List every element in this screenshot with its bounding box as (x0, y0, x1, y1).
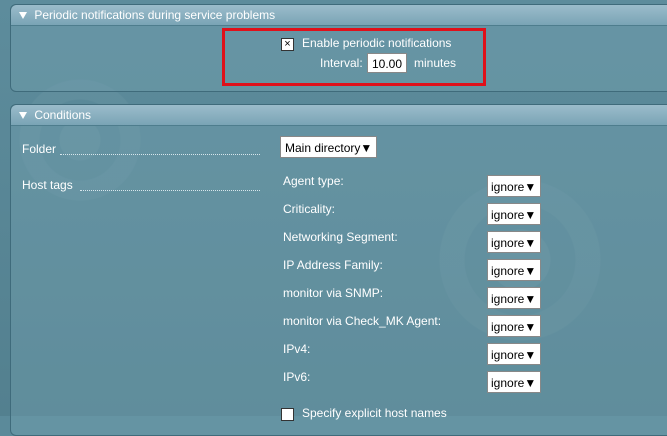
chevron-down-icon: ▼ (524, 348, 537, 362)
collapse-triangle-icon[interactable] (19, 12, 27, 20)
tag-label-monitor-snmp: monitor via SNMP: (283, 286, 384, 300)
folder-select-value: Main directory (285, 141, 361, 155)
tag-label-agent-type: Agent type: (283, 174, 344, 188)
tag-select-value: ignore (491, 236, 525, 250)
collapse-triangle-icon[interactable] (19, 112, 27, 120)
explicit-hosts-checkbox[interactable] (281, 408, 294, 421)
tag-label-criticality: Criticality: (283, 202, 336, 216)
conditions-title: Conditions (34, 108, 92, 122)
interval-unit-label: minutes (414, 56, 457, 70)
enable-periodic-checkbox[interactable]: × (281, 38, 294, 51)
tag-select-value: ignore (491, 208, 525, 222)
chevron-down-icon: ▼ (524, 376, 537, 390)
folder-label: Folder (22, 142, 57, 156)
tag-select-networking-segment[interactable]: ignore▼ (487, 231, 541, 253)
tag-select-value: ignore (491, 292, 525, 306)
tag-select-value: ignore (491, 376, 525, 390)
explicit-hosts-label: Specify explicit host names (302, 406, 447, 420)
host-tags-dots (80, 189, 260, 191)
conditions-header[interactable]: Conditions (11, 105, 667, 126)
tag-select-value: ignore (491, 320, 525, 334)
enable-periodic-label: Enable periodic notifications (302, 36, 452, 50)
folder-dots (60, 153, 260, 155)
chevron-down-icon: ▼ (360, 141, 373, 155)
chevron-down-icon: ▼ (524, 236, 537, 250)
folder-select[interactable]: Main directory▼ (280, 136, 378, 158)
tag-select-value: ignore (491, 180, 525, 194)
tag-select-monitor-snmp[interactable]: ignore▼ (487, 287, 541, 309)
tag-label-ipv6: IPv6: (283, 370, 311, 384)
tag-label-ip-address-family: IP Address Family: (283, 258, 383, 272)
tag-label-monitor-check-mk: monitor via Check_MK Agent: (283, 314, 442, 328)
host-tags-label: Host tags (22, 178, 73, 192)
chevron-down-icon: ▼ (524, 180, 537, 194)
tag-select-ip-address-family[interactable]: ignore▼ (487, 259, 541, 281)
periodic-notifications-header[interactable]: Periodic notifications during service pr… (11, 5, 667, 26)
tag-select-criticality[interactable]: ignore▼ (487, 203, 541, 225)
tag-select-ipv4[interactable]: ignore▼ (487, 343, 541, 365)
tag-select-value: ignore (491, 348, 525, 362)
tag-select-value: ignore (491, 264, 525, 278)
chevron-down-icon: ▼ (524, 320, 537, 334)
tag-select-monitor-check-mk[interactable]: ignore▼ (487, 315, 541, 337)
chevron-down-icon: ▼ (524, 208, 537, 222)
periodic-notifications-title: Periodic notifications during service pr… (34, 8, 276, 22)
tag-label-networking-segment: Networking Segment: (283, 230, 398, 244)
chevron-down-icon: ▼ (524, 264, 537, 278)
chevron-down-icon: ▼ (524, 292, 537, 306)
tag-label-ipv4: IPv4: (283, 342, 311, 356)
tag-select-ipv6[interactable]: ignore▼ (487, 371, 541, 393)
interval-label: Interval: (320, 56, 363, 70)
interval-input[interactable]: 10.00 (367, 53, 407, 73)
tag-select-agent-type[interactable]: ignore▼ (487, 175, 541, 197)
